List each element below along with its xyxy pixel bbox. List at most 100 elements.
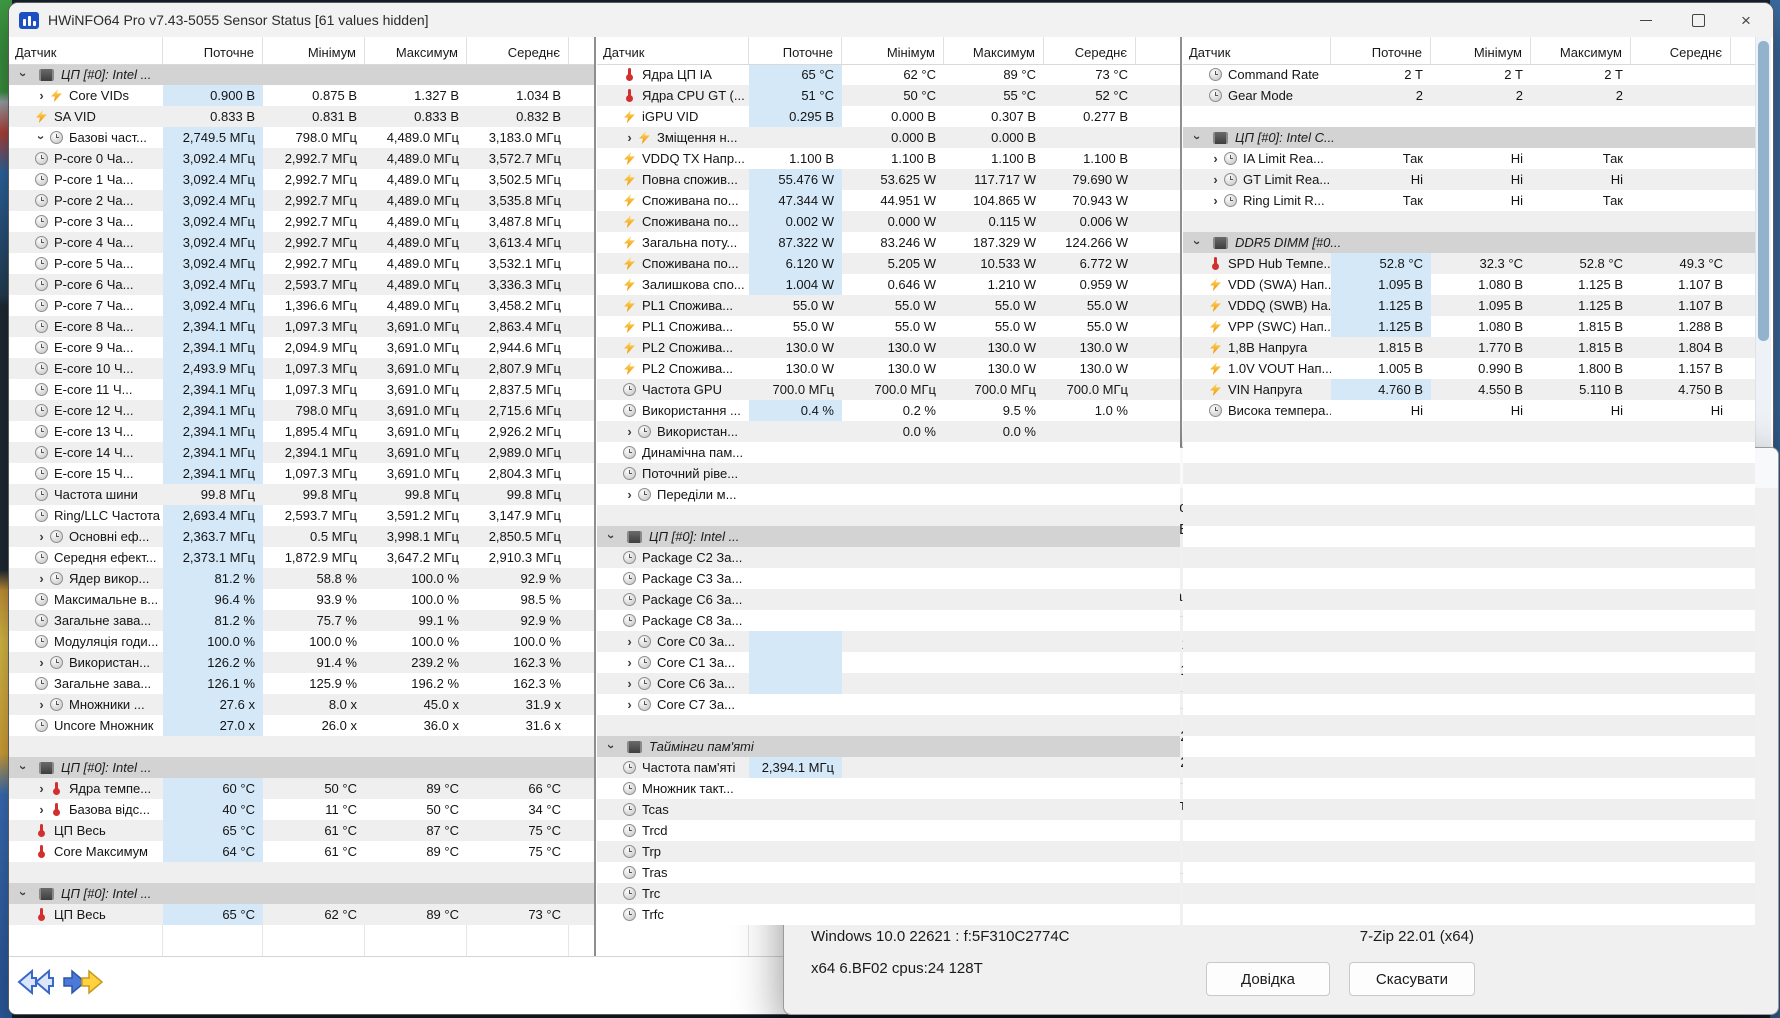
scrollbar-thumb[interactable] xyxy=(1758,41,1769,341)
chevron-collapsed-icon[interactable]: › xyxy=(621,697,638,712)
sensor-row[interactable]: P-core 6 Ча... 3,092.4 МГц 2,593.7 МГц 4,48… xyxy=(9,274,594,295)
sensor-row[interactable] xyxy=(1183,694,1755,715)
column-header-average[interactable]: Середнє xyxy=(1044,37,1136,64)
sensor-row[interactable]: PL2 Спожива... 130.0 W 130.0 W 130.0 W 130.0… xyxy=(597,337,1180,358)
chevron-collapsed-icon[interactable]: › xyxy=(621,676,638,691)
close-icon[interactable]: × xyxy=(1723,3,1769,37)
sensor-row[interactable]: PL2 Спожива... 130.0 W 130.0 W 130.0 W 130.0… xyxy=(597,358,1180,379)
sensor-row[interactable]: › Зміщення н... 0.000 В 0.000 В xyxy=(597,127,1180,148)
sensor-row[interactable] xyxy=(1183,673,1755,694)
sensor-row[interactable]: E-core 11 Ч... 2,394.1 МГц 1,097.3 МГц 3,69… xyxy=(9,379,594,400)
sensor-row[interactable] xyxy=(1183,526,1755,547)
sensor-row[interactable] xyxy=(1183,883,1755,904)
sensor-row[interactable]: VIN Напруга 4.760 В 4.550 В 5.110 В 4.750 В xyxy=(1183,379,1755,400)
sensor-row[interactable]: Залишкова спо... 1.004 W 0.646 W 1.210 W 0.9… xyxy=(597,274,1180,295)
sensor-row[interactable]: Модуляція годи... 100.0 % 100.0 % 100.0 % 10… xyxy=(9,631,594,652)
sensor-row[interactable]: P-core 1 Ча... 3,092.4 МГц 2,992.7 МГц 4,48… xyxy=(9,169,594,190)
chevron-collapsed-icon[interactable]: › xyxy=(33,781,50,796)
help-button[interactable]: Довідка xyxy=(1206,962,1330,996)
sensor-row[interactable] xyxy=(1183,106,1755,127)
sensor-row[interactable]: › Основні еф... 2,363.7 МГц 0.5 МГц 3,998.1 … xyxy=(9,526,594,547)
sensor-row[interactable]: › Core C1 За... xyxy=(597,652,1180,673)
sensor-row[interactable]: Gear Mode 2 2 2 xyxy=(1183,85,1755,106)
sensor-row[interactable]: P-core 3 Ча... 3,092.4 МГц 2,992.7 МГц 4,48… xyxy=(9,211,594,232)
sensor-row[interactable]: › GT Limit Rea... Ні Ні Ні xyxy=(1183,169,1755,190)
sensor-row[interactable]: ЦП Весь 65 °C 61 °C 87 °C 75 °C xyxy=(9,820,594,841)
sensor-row[interactable]: Загальне зава... 126.1 % 125.9 % 196.2 % 162… xyxy=(9,673,594,694)
column-header-average[interactable]: Середнє xyxy=(467,37,569,64)
sensor-row[interactable]: Package C6 За... xyxy=(597,589,1180,610)
sensor-row[interactable] xyxy=(1183,799,1755,820)
sensor-row[interactable] xyxy=(1183,631,1755,652)
chevron-collapsed-icon[interactable]: › xyxy=(33,697,50,712)
sensor-row[interactable]: E-core 10 Ч... 2,493.9 МГц 1,097.3 МГц 3,69… xyxy=(9,358,594,379)
sensor-row[interactable]: Command Rate 2 Т 2 Т 2 Т xyxy=(1183,64,1755,85)
sensor-row[interactable]: Ring/LLC Частота 2,693.4 МГц 2,593.7 МГц 3,… xyxy=(9,505,594,526)
chevron-collapsed-icon[interactable]: › xyxy=(621,655,638,670)
sensor-row[interactable]: Tras xyxy=(597,862,1180,883)
chevron-collapsed-icon[interactable]: › xyxy=(33,802,50,817)
chevron-expanded-icon[interactable]: › xyxy=(1190,129,1205,146)
sensor-row[interactable]: P-core 2 Ча... 3,092.4 МГц 2,992.7 МГц 4,48… xyxy=(9,190,594,211)
sensor-row[interactable]: Максимальне в... 96.4 % 93.9 % 100.0 % 98.5 … xyxy=(9,589,594,610)
chevron-collapsed-icon[interactable]: › xyxy=(33,571,50,586)
sensor-row[interactable] xyxy=(1183,757,1755,778)
sensor-row[interactable]: Споживана по... 0.002 W 0.000 W 0.115 W 0.00… xyxy=(597,211,1180,232)
sensor-group-row[interactable]: › ЦП [#0]: Intel ... xyxy=(9,883,594,904)
sensor-row[interactable] xyxy=(1183,505,1755,526)
nav-back-button[interactable] xyxy=(13,963,57,1001)
sensor-row[interactable] xyxy=(1183,820,1755,841)
sensor-row[interactable]: E-core 15 Ч... 2,394.1 МГц 1,097.3 МГц 3,69… xyxy=(9,463,594,484)
table-divider[interactable] xyxy=(594,37,596,956)
sensor-row[interactable]: P-core 7 Ча... 3,092.4 МГц 1,396.6 МГц 4,48… xyxy=(9,295,594,316)
sensor-row[interactable]: P-core 0 Ча... 3,092.4 МГц 2,992.7 МГц 4,48… xyxy=(9,148,594,169)
sensor-group-row[interactable]: › ЦП [#0]: Intel ... xyxy=(9,64,594,85)
sensor-row[interactable]: › Переділи м... xyxy=(597,484,1180,505)
column-header-minimum[interactable]: Мінімум xyxy=(842,37,944,64)
sensor-row[interactable]: Середня ефект... 2,373.1 МГц 1,872.9 МГц 3,… xyxy=(9,547,594,568)
cancel-button[interactable]: Скасувати xyxy=(1349,962,1475,996)
sensor-row[interactable]: Висока темпера... Ні Ні Ні Ні xyxy=(1183,400,1755,421)
sensor-row[interactable]: Core Максимум 64 °C 61 °C 89 °C 75 °C xyxy=(9,841,594,862)
sensor-row[interactable] xyxy=(1183,547,1755,568)
sensor-row[interactable] xyxy=(1183,862,1755,883)
chevron-expanded-icon[interactable]: › xyxy=(34,129,49,146)
titlebar[interactable]: HWiNFO64 Pro v7.43-5055 Sensor Status [6… xyxy=(9,3,1773,38)
chevron-collapsed-icon[interactable]: › xyxy=(621,487,638,502)
column-header-sensor[interactable]: Датчик xyxy=(597,37,749,64)
sensor-row[interactable]: › Core C0 За... xyxy=(597,631,1180,652)
sensor-row[interactable]: VDD (SWA) Нап... 1.095 В 1.080 В 1.125 В 1.1… xyxy=(1183,274,1755,295)
sensor-row[interactable]: Tcas xyxy=(597,799,1180,820)
sensor-row[interactable] xyxy=(1183,589,1755,610)
chevron-expanded-icon[interactable]: › xyxy=(16,66,31,83)
sensor-row[interactable]: ЦП Весь 65 °C 62 °C 89 °C 73 °C xyxy=(9,904,594,925)
maximize-icon[interactable] xyxy=(1675,3,1721,37)
sensor-row[interactable]: › Множники ... 27.6 x 8.0 x 45.0 x 31.9 x xyxy=(9,694,594,715)
sensor-group-row[interactable]: › ЦП [#0]: Intel ... xyxy=(9,757,594,778)
sensor-row[interactable]: P-core 5 Ча... 3,092.4 МГц 2,992.7 МГц 4,48… xyxy=(9,253,594,274)
sensor-row[interactable]: › Базова відс... 40 °C 11 °C 50 °C 34 °C xyxy=(9,799,594,820)
nav-forward-button[interactable] xyxy=(61,963,105,1001)
chevron-collapsed-icon[interactable]: › xyxy=(621,130,638,145)
sensor-row[interactable] xyxy=(1183,652,1755,673)
sensor-row[interactable]: › Ring Limit R... Так Ні Так xyxy=(1183,190,1755,211)
sensor-row[interactable]: Частота шини 99.8 МГц 99.8 МГц 99.8 МГц 99.8… xyxy=(9,484,594,505)
sensor-row[interactable]: VDDQ TX Напр... 1.100 В 1.100 В 1.100 В 1.10… xyxy=(597,148,1180,169)
column-header-maximum[interactable]: Максимум xyxy=(944,37,1044,64)
sensor-row[interactable]: Uncore Множник 27.0 x 26.0 x 36.0 x 31.6 x xyxy=(9,715,594,736)
sensor-row[interactable]: E-core 8 Ча... 2,394.1 МГц 1,097.3 МГц 3,69… xyxy=(9,316,594,337)
sensor-row[interactable] xyxy=(1183,778,1755,799)
column-header-minimum[interactable]: Мінімум xyxy=(1431,37,1531,64)
sensor-row[interactable]: › Ядра темпе... 60 °C 50 °C 89 °C 66 °C xyxy=(9,778,594,799)
sensor-row[interactable]: Trc xyxy=(597,883,1180,904)
column-header-current[interactable]: Поточне xyxy=(749,37,842,64)
column-header-maximum[interactable]: Максимум xyxy=(365,37,467,64)
sensor-row[interactable] xyxy=(597,715,1180,736)
sensor-group-row[interactable]: › DDR5 DIMM [#0... xyxy=(1183,232,1755,253)
sensor-row[interactable]: Споживана по... 6.120 W 5.205 W 10.533 W 6.7… xyxy=(597,253,1180,274)
sensor-row[interactable]: Package C2 За... xyxy=(597,547,1180,568)
sensor-group-row[interactable]: › ЦП [#0]: Intel C... xyxy=(1183,127,1755,148)
sensor-row[interactable]: P-core 4 Ча... 3,092.4 МГц 2,992.7 МГц 4,48… xyxy=(9,232,594,253)
sensor-row[interactable] xyxy=(597,505,1180,526)
chevron-expanded-icon[interactable]: › xyxy=(604,528,619,545)
